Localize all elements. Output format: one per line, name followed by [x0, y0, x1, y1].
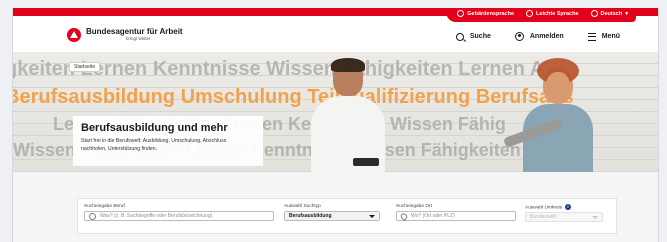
nav-login-label: Anmelden	[529, 33, 564, 40]
utility-link-easy-language[interactable]: Leichte Sprache	[526, 10, 579, 17]
chevron-down-icon	[592, 215, 598, 219]
ort-placeholder: Wo? (Ort oder PLZ)	[411, 213, 455, 219]
utility-links: Gebärdensprache Leichte Sprache Deutsch …	[457, 10, 628, 17]
hero-person-man	[303, 58, 393, 172]
chevron-down-icon: ▾	[625, 10, 628, 17]
main-nav: Suche Anmelden Menü	[455, 32, 620, 41]
logo-title: Bundesagentur für Arbeit	[86, 27, 183, 37]
beruf-placeholder: Was? (z. B. Suchbegriffe oder Berufsbeze…	[100, 213, 213, 219]
beruf-input[interactable]: Was? (z. B. Suchbegriffe oder Berufsbeze…	[84, 211, 274, 221]
nav-login-button[interactable]: Anmelden	[514, 32, 564, 41]
nav-search-button[interactable]: Suche	[455, 32, 491, 41]
page-title: Berufsausbildung und mehr	[81, 122, 228, 134]
suchtyp-label: Auswahl Suchtyp	[284, 204, 321, 209]
sign-language-icon	[457, 10, 465, 17]
tablet-image	[353, 158, 379, 166]
nav-search-label: Suche	[469, 33, 491, 40]
field-umkreis: Auswahl Umkreis i Bundesweit	[525, 204, 603, 223]
beruf-label: Sucheingabe Beruf	[84, 204, 125, 209]
umkreis-label: Auswahl Umkreis i	[525, 204, 603, 210]
hero-teaser-box: Berufsausbildung und mehr Start frei in …	[73, 116, 263, 166]
user-icon	[514, 32, 524, 41]
umkreis-label-text: Auswahl Umkreis	[525, 205, 563, 211]
site-header: Bundesagentur für Arbeit bringt weiter. …	[13, 22, 658, 52]
search-icon	[455, 32, 464, 41]
ort-label: Sucheingabe Ort	[396, 204, 433, 209]
umkreis-select[interactable]: Bundesweit	[525, 212, 603, 223]
ba-logo-icon	[67, 28, 81, 42]
nav-menu-label: Menü	[601, 33, 620, 40]
hero-banner: gkeiten Lernen Kenntnisse Wissen Fähigke…	[13, 52, 658, 172]
umkreis-value: Bundesweit	[530, 214, 556, 221]
nav-menu-button[interactable]: Menü	[587, 32, 620, 41]
field-suchtyp: Auswahl Suchtyp Berufsausbildung	[284, 204, 380, 221]
suchtyp-select[interactable]: Berufsausbildung	[284, 211, 380, 221]
search-icon	[89, 212, 96, 220]
field-ort: Sucheingabe Ort Wo? (Ort oder PLZ)	[396, 204, 516, 221]
globe-icon	[590, 10, 598, 17]
info-icon[interactable]: i	[565, 204, 572, 210]
chevron-down-icon	[369, 214, 375, 218]
easy-language-icon	[526, 10, 534, 17]
search-panel: Sucheingabe Beruf Was? (z. B. Suchbegrif…	[77, 198, 617, 234]
utility-link-sign-language[interactable]: Gebärdensprache	[457, 10, 514, 17]
breadcrumb-home: Startseite	[74, 64, 96, 70]
utility-bar: Gebärdensprache Leichte Sprache Deutsch …	[13, 8, 658, 22]
field-beruf: Sucheingabe Beruf Was? (z. B. Suchbegrif…	[84, 204, 274, 221]
logo-link[interactable]: Bundesagentur für Arbeit bringt weiter.	[67, 28, 183, 42]
menu-icon	[587, 32, 596, 41]
utility-link-language[interactable]: Deutsch ▾	[590, 10, 628, 17]
hero-person-woman	[503, 58, 603, 172]
location-pin-icon	[399, 211, 409, 221]
page: Gebärdensprache Leichte Sprache Deutsch …	[12, 8, 659, 242]
browser-frame: Gebärdensprache Leichte Sprache Deutsch …	[0, 0, 667, 242]
breadcrumb[interactable]: Startseite	[69, 62, 101, 72]
hero-description: Start frei in die Berufswelt: Ausbildung…	[81, 138, 227, 152]
logo-tagline: bringt weiter.	[126, 36, 152, 42]
suchtyp-value: Berufsausbildung	[289, 213, 332, 219]
ort-input[interactable]: Wo? (Ort oder PLZ)	[396, 211, 516, 221]
word-row-2: Berufsausbildung Umschulung Teilqualifiz…	[13, 86, 574, 108]
